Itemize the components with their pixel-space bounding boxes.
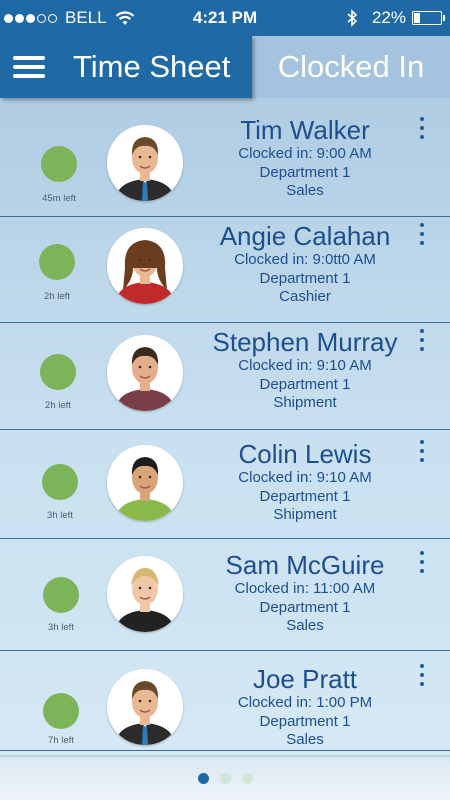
clock-in-time: Clocked in: 11:00 AM [234,580,376,597]
time-left: 45m left [42,193,76,204]
employee-list: 45m left Tim Walker Clocked in: 9:00 AM De… [0,110,450,751]
bottom-bar [0,755,450,800]
employee-info: Colin Lewis Clocked in: 9:10 AM Department… [195,439,415,525]
header: Time Sheet Clocked In [0,36,450,98]
role: Sales [286,617,324,634]
time-left: 2h left [44,291,70,302]
avatar [107,556,183,632]
employee-row[interactable]: 3h left Sam McGuire Clocked in: 11:00 AM D… [0,539,450,651]
avatar [107,228,183,304]
bluetooth-icon [347,9,358,27]
employee-info: Joe Pratt Clocked in: 1:00 PM Department 1… [195,664,415,750]
department: Department 1 [259,269,351,287]
clock-in-time: Clocked in: 9:00 AM [238,145,372,162]
avatar [107,669,183,745]
role: Shipment [273,506,337,523]
employee-row[interactable]: 2h left Stephen Murray Clocked in: 9:10 A… [0,323,450,430]
status-bar: BELL 4:21 PM 22% [0,0,450,36]
time-left: 7h left [48,735,74,746]
role: Sales [286,182,324,199]
employee-info: Stephen Murray Clocked in: 9:10 AM Departm… [195,327,415,413]
avatar [107,335,183,411]
status-indicator [40,354,76,390]
more-options-icon[interactable] [417,551,427,573]
battery-percent: 22% [371,8,406,27]
employee-info: Sam McGuire Clocked in: 11:00 AM Departmen… [195,550,415,636]
more-options-icon[interactable] [417,117,427,139]
employee-name: Angie Calahan [219,221,391,251]
more-options-icon[interactable] [417,329,427,351]
time-left: 2h left [45,400,71,411]
employee-row[interactable]: 7h left Joe Pratt Clocked in: 1:00 PM Depa… [0,651,450,751]
page-dot[interactable] [219,773,231,784]
employee-name: Joe Pratt [252,664,358,694]
clock-in-time: Clocked in: 9:0tt0 AM [234,251,376,268]
department: Department 1 [259,375,351,393]
battery-icon [412,11,445,25]
status-indicator [43,693,79,729]
employee-name: Stephen Murray [212,327,398,357]
clock-in-time: Clocked in: 9:10 AM [238,469,372,486]
role: Shipment [273,394,337,411]
status-indicator [43,577,79,613]
department: Department 1 [259,487,351,505]
avatar [107,125,183,201]
avatar [107,445,183,521]
more-options-icon[interactable] [417,223,427,245]
page-indicator [0,773,450,784]
hamburger-icon[interactable] [13,56,45,78]
more-options-icon[interactable] [417,664,427,686]
employee-row[interactable]: 2h left Angie Calahan Clocked in: 9:0tt0 … [0,217,450,323]
time-left: 3h left [48,622,74,633]
employee-name: Sam McGuire [225,550,385,580]
employee-row[interactable]: 45m left Tim Walker Clocked in: 9:00 AM De… [0,110,450,217]
role: Sales [286,731,324,748]
status-indicator [42,464,78,500]
page-title[interactable]: Time Sheet [73,49,230,85]
department: Department 1 [259,163,351,181]
employee-name: Colin Lewis [238,439,372,469]
employee-row[interactable]: 3h left Colin Lewis Clocked in: 9:10 AM De… [0,430,450,539]
time-left: 3h left [47,510,73,521]
clock-in-time: Clocked in: 9:10 AM [238,357,372,374]
more-options-icon[interactable] [417,440,427,462]
status-indicator [41,146,77,182]
tab-clocked-in[interactable]: Clocked In [252,36,450,98]
employee-info: Angie Calahan Clocked in: 9:0tt0 AM Depart… [195,221,415,307]
page-dot[interactable] [197,773,209,784]
role: Cashier [279,288,331,305]
status-indicator [39,244,75,280]
employee-name: Tim Walker [240,115,370,145]
page-dot[interactable] [241,773,253,784]
nav-left-panel: Time Sheet [0,36,252,98]
department: Department 1 [259,712,351,730]
clock-in-time: Clocked in: 1:00 PM [237,694,373,711]
department: Department 1 [259,598,351,616]
employee-info: Tim Walker Clocked in: 9:00 AM Department … [195,115,415,201]
